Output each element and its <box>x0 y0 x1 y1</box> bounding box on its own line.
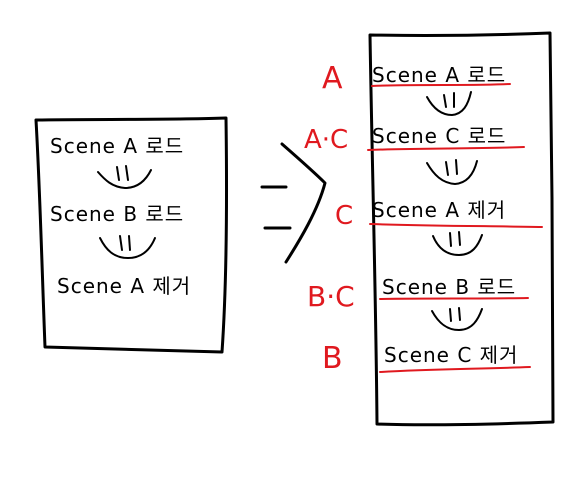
tag-a: A <box>322 61 343 96</box>
left-step-2: Scene B 로드 <box>50 202 184 226</box>
left-step-3: Scene A 제거 <box>57 274 191 298</box>
right-arrow-4 <box>431 307 483 332</box>
left-step-1: Scene A 로드 <box>50 134 184 158</box>
tag-b-c: B·C <box>307 280 355 313</box>
right-arrow-2 <box>426 159 478 186</box>
right-step-1: Scene A 로드 <box>372 63 506 87</box>
left-arrow-1 <box>97 165 152 190</box>
equals-arrow-icon <box>260 142 327 264</box>
right-step-3: Scene A 제거 <box>372 198 506 222</box>
right-underline-3 <box>369 223 543 228</box>
tag-b: B <box>322 341 343 376</box>
right-arrow-1 <box>426 91 472 117</box>
right-underline-4 <box>379 297 529 300</box>
right-arrow-3 <box>432 231 483 257</box>
right-step-4: Scene B 로드 <box>382 275 516 299</box>
left-arrow-2 <box>99 235 156 260</box>
tag-a-c: A·C <box>304 125 348 155</box>
right-underline-5 <box>379 366 531 373</box>
right-step-2: Scene C 로드 <box>372 124 506 148</box>
diagram-canvas: Scene A 로드 Scene B 로드 Scene A 제거 A A·C C… <box>34 31 555 427</box>
right-step-5: Scene C 제거 <box>384 343 518 367</box>
tag-c: C <box>335 201 353 231</box>
